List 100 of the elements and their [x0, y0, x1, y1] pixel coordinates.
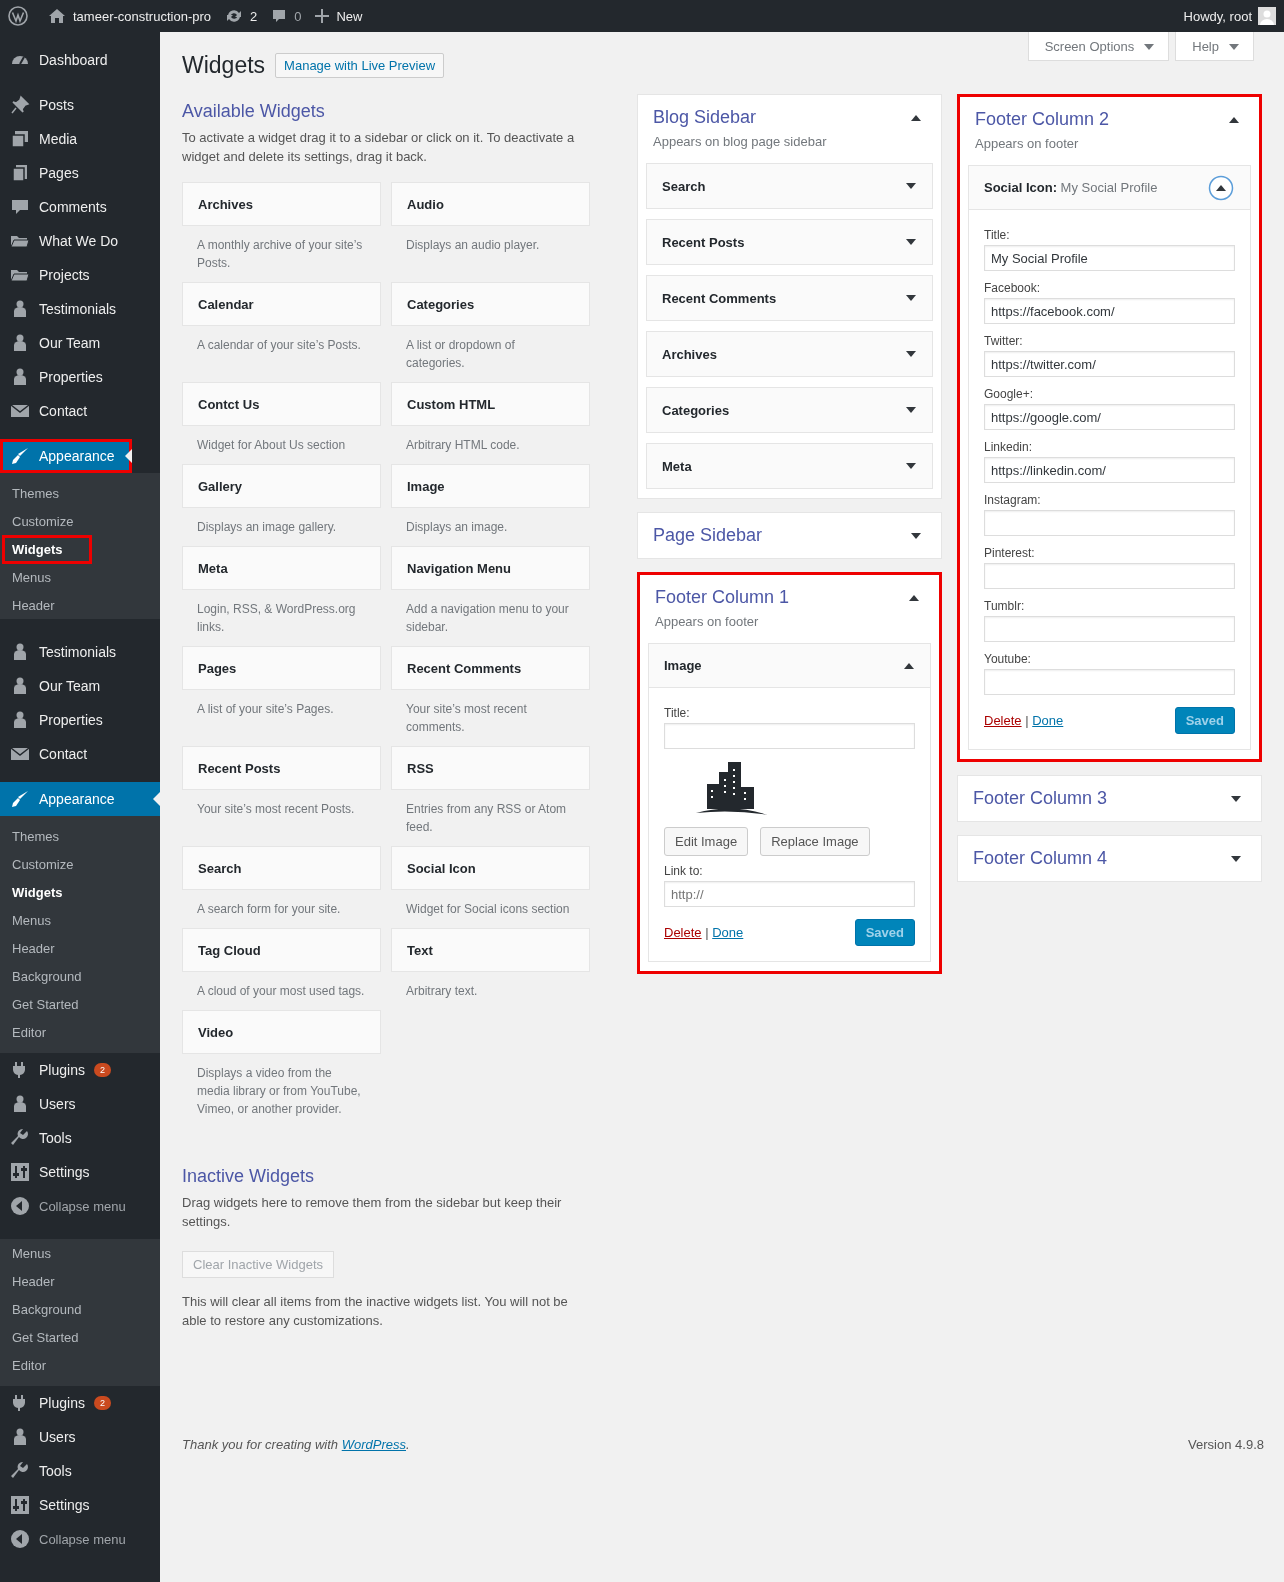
wordpress-link[interactable]: WordPress	[341, 1437, 406, 1452]
menu-item[interactable]: Contact	[0, 737, 160, 771]
widget-header[interactable]: Image	[649, 644, 930, 688]
widget-title[interactable]: RSS	[391, 746, 590, 790]
menu-item[interactable]: Media	[0, 122, 160, 156]
text-field[interactable]: https://google.com/	[984, 404, 1235, 430]
widget-title[interactable]: Social Icon	[391, 846, 590, 890]
widget-title[interactable]: Pages	[182, 646, 381, 690]
text-field[interactable]: https://facebook.com/	[984, 298, 1235, 324]
widget-title[interactable]: Categories	[391, 282, 590, 326]
caret-icon[interactable]	[1231, 794, 1241, 803]
caret-icon[interactable]	[911, 113, 921, 122]
widget-title[interactable]: Audio	[391, 182, 590, 226]
text-field[interactable]: https://linkedin.com/	[984, 457, 1235, 483]
menu-item[interactable]: Pages	[0, 156, 160, 190]
caret-icon[interactable]	[904, 661, 914, 670]
menu-item[interactable]: Properties	[0, 360, 160, 394]
widget-title[interactable]: Navigation Menu	[391, 546, 590, 590]
text-field[interactable]: https://twitter.com/	[984, 351, 1235, 377]
widget-title[interactable]: Custom HTML	[391, 382, 590, 426]
widget-title[interactable]: Recent Posts	[182, 746, 381, 790]
widget-title[interactable]: Gallery	[182, 464, 381, 508]
menu-item[interactable]: Appearance	[0, 782, 160, 816]
widget-title[interactable]: Calendar	[182, 282, 381, 326]
text-field[interactable]	[984, 563, 1235, 589]
menu-item[interactable]: Settings	[0, 1488, 160, 1522]
caret-icon[interactable]	[906, 350, 916, 358]
widget-header[interactable]: Archives	[647, 332, 932, 376]
menu-item[interactable]: Projects	[0, 258, 160, 292]
widget-title[interactable]: Contct Us	[182, 382, 381, 426]
screen-options-button[interactable]: Screen Options	[1027, 32, 1170, 61]
widget-header[interactable]: Recent Comments	[647, 276, 932, 320]
widget-header[interactable]: Meta	[647, 444, 932, 488]
widget-title[interactable]: Tag Cloud	[182, 928, 381, 972]
sidebar-title[interactable]: Footer Column 3	[973, 788, 1108, 809]
widget-title[interactable]: Video	[182, 1010, 381, 1054]
done-link[interactable]: Done	[712, 925, 744, 940]
collapse-menu-button[interactable]: Collapse menu	[0, 1522, 160, 1556]
menu-item[interactable]: Comments	[0, 190, 160, 224]
widget-title[interactable]: Image	[391, 464, 590, 508]
text-field[interactable]	[984, 510, 1235, 536]
text-field[interactable]: My Social Profile	[984, 245, 1235, 271]
sidebar-title[interactable]: Page Sidebar	[653, 525, 763, 546]
caret-icon[interactable]	[909, 593, 919, 602]
widget-header[interactable]: Recent Posts	[647, 220, 932, 264]
text-field[interactable]	[664, 723, 915, 749]
wordpress-logo-icon[interactable]	[8, 6, 28, 26]
menu-item[interactable]: Posts	[0, 88, 160, 122]
caret-icon[interactable]	[906, 462, 916, 470]
image-action-button[interactable]: Replace Image	[760, 827, 870, 856]
caret-icon[interactable]	[906, 294, 916, 302]
text-field[interactable]	[984, 669, 1235, 695]
updates-link[interactable]: 2	[225, 8, 258, 24]
text-field[interactable]: http://	[664, 881, 915, 907]
collapse-toggle-icon[interactable]	[1208, 174, 1234, 201]
menu-item[interactable]: Plugins 2	[0, 1053, 160, 1087]
menu-item[interactable]: Contact	[0, 394, 160, 428]
delete-link[interactable]: Delete	[664, 925, 702, 940]
image-action-button[interactable]: Edit Image	[664, 827, 749, 856]
menu-item[interactable]: Our Team	[0, 669, 160, 703]
menu-item[interactable]: Users	[0, 1087, 160, 1121]
sidebar-title[interactable]: Footer Column 1	[655, 587, 790, 608]
widget-header[interactable]: Categories	[647, 388, 932, 432]
text-field[interactable]	[984, 616, 1235, 642]
caret-icon[interactable]	[1229, 115, 1239, 124]
widget-header[interactable]: Social Icon: My Social Profile	[969, 166, 1250, 210]
menu-item[interactable]: Tools	[0, 1121, 160, 1155]
sidebar-title[interactable]: Footer Column 4	[973, 848, 1108, 869]
menu-item[interactable]: Testimonials	[0, 292, 160, 326]
site-name-link[interactable]: tameer-construction-pro	[48, 8, 211, 24]
menu-item[interactable]: Settings	[0, 1155, 160, 1189]
collapse-menu-button[interactable]: Collapse menu	[0, 1189, 160, 1223]
menu-item[interactable]: Users	[0, 1420, 160, 1454]
widget-title[interactable]: Meta	[182, 546, 381, 590]
menu-item[interactable]: Testimonials	[0, 635, 160, 669]
help-button[interactable]: Help	[1175, 32, 1254, 61]
menu-item[interactable]: Tools	[0, 1454, 160, 1488]
caret-icon[interactable]	[911, 531, 921, 540]
menu-item[interactable]: Properties	[0, 703, 160, 737]
account-menu[interactable]: Howdy, root	[1183, 7, 1276, 25]
menu-item[interactable]: Plugins 2	[0, 1386, 160, 1420]
widget-title[interactable]: Recent Comments	[391, 646, 590, 690]
sidebar-title[interactable]: Blog Sidebar	[653, 107, 757, 128]
caret-icon[interactable]	[906, 238, 916, 246]
live-preview-button[interactable]: Manage with Live Preview	[275, 53, 445, 78]
caret-icon[interactable]	[1231, 854, 1241, 863]
done-link[interactable]: Done	[1032, 713, 1064, 728]
widget-title[interactable]: Archives	[182, 182, 381, 226]
menu-item[interactable]: Appearance	[0, 439, 132, 473]
caret-icon[interactable]	[906, 406, 916, 414]
menu-item[interactable]: Our Team	[0, 326, 160, 360]
menu-item[interactable]: Dashboard	[0, 43, 160, 77]
widget-title[interactable]: Text	[391, 928, 590, 972]
widget-title[interactable]: Search	[182, 846, 381, 890]
caret-icon[interactable]	[906, 182, 916, 190]
menu-item[interactable]: What We Do	[0, 224, 160, 258]
widget-header[interactable]: Search	[647, 164, 932, 208]
new-link[interactable]: New	[315, 8, 363, 24]
comments-link[interactable]: 0	[271, 8, 302, 24]
sidebar-title[interactable]: Footer Column 2	[975, 109, 1110, 130]
